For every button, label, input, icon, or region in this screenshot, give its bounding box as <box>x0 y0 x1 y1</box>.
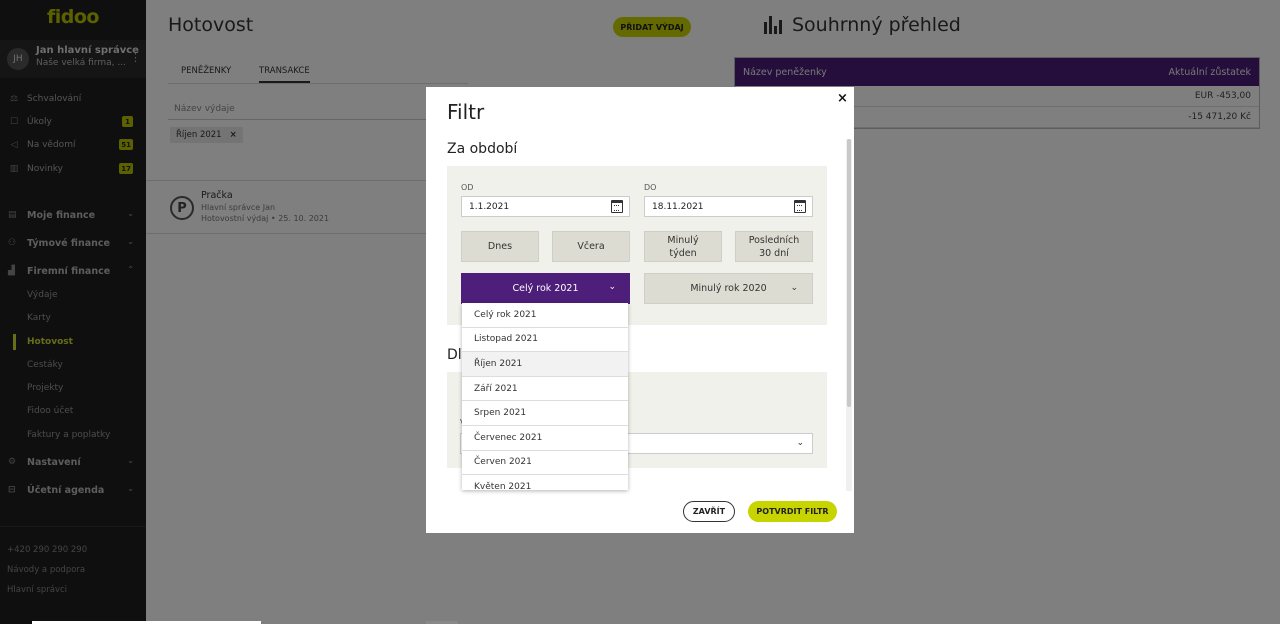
dropdown-option[interactable]: Říjen 2021 <box>462 352 628 377</box>
to-date-value: 18.11.2021 <box>652 201 704 212</box>
from-label: OD <box>461 183 474 192</box>
from-date-value: 1.1.2021 <box>469 201 510 212</box>
scroll-thumb[interactable] <box>847 139 851 407</box>
calendar-icon[interactable] <box>611 200 623 213</box>
last-week-button[interactable]: Minulý týden <box>644 231 722 262</box>
to-date-input[interactable]: 18.11.2021 <box>644 196 813 217</box>
previous-year-label: Minulý rok 2020 <box>690 283 767 294</box>
close-icon[interactable]: × <box>837 91 848 106</box>
current-year-select[interactable]: Celý rok 2021 ⌄ <box>461 273 630 304</box>
year-dropdown-menu[interactable]: Celý rok 2021 Listopad 2021 Říjen 2021 Z… <box>462 303 628 490</box>
chevron-down-icon: ⌄ <box>790 283 798 293</box>
section-period-title: Za období <box>447 141 518 157</box>
dropdown-option[interactable]: Celý rok 2021 <box>462 303 628 328</box>
dropdown-option[interactable]: Červenec 2021 <box>462 426 628 451</box>
confirm-filter-button[interactable]: POTVRDIT FILTR <box>748 501 837 522</box>
dropdown-option[interactable]: Květen 2021 <box>462 475 628 490</box>
chevron-down-icon: ⌄ <box>796 438 804 448</box>
chevron-down-icon: ⌄ <box>608 282 616 292</box>
modal-title: Filtr <box>447 100 485 124</box>
period-box: OD DO 1.1.2021 18.11.2021 Dnes Včera Min… <box>447 166 827 325</box>
dropdown-option[interactable]: Listopad 2021 <box>462 328 628 353</box>
last-30-days-button[interactable]: Posledních 30 dní <box>735 231 813 262</box>
dropdown-option[interactable]: Srpen 2021 <box>462 401 628 426</box>
close-button[interactable]: ZAVŘÍT <box>683 501 735 522</box>
dropdown-option[interactable]: Září 2021 <box>462 377 628 402</box>
dropdown-option[interactable]: Červen 2021 <box>462 451 628 476</box>
current-year-label: Celý rok 2021 <box>512 283 579 294</box>
to-label: DO <box>644 183 657 192</box>
yesterday-button[interactable]: Včera <box>552 231 630 262</box>
section-2-title: Dl <box>447 347 462 363</box>
calendar-icon[interactable] <box>794 200 806 213</box>
previous-year-select[interactable]: Minulý rok 2020 ⌄ <box>644 273 813 304</box>
modal-scrollbar[interactable] <box>846 139 852 491</box>
from-date-input[interactable]: 1.1.2021 <box>461 196 630 217</box>
today-button[interactable]: Dnes <box>461 231 539 262</box>
